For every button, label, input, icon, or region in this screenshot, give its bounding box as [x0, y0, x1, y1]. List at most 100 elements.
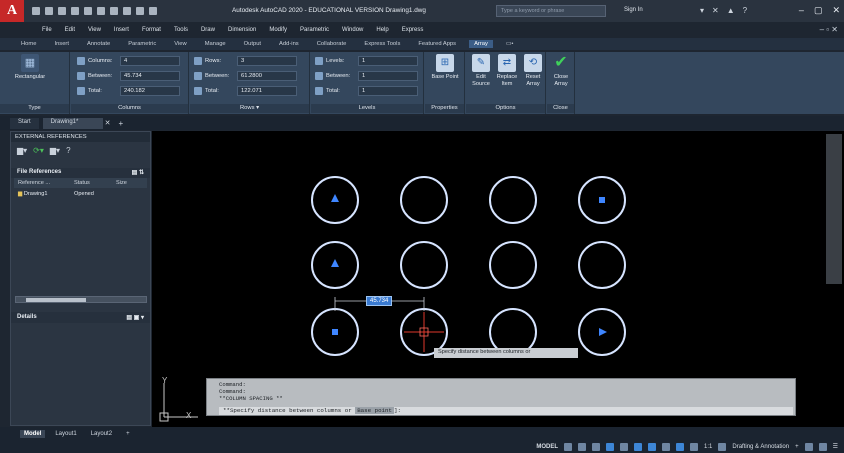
close-array-button[interactable]: ✔ Close Array	[548, 54, 574, 87]
plot-icon[interactable]	[110, 7, 118, 15]
tab-layout2[interactable]: Layout2	[87, 430, 116, 438]
autocad-logo[interactable]: A	[0, 0, 24, 22]
replace-item-button[interactable]: ⇄ Replace Item	[494, 54, 520, 87]
tab-add-ins[interactable]: Add-ins	[274, 40, 304, 48]
snap-icon[interactable]	[578, 442, 587, 451]
workspace-gear-icon[interactable]	[718, 442, 727, 451]
tab-annotate[interactable]: Annotate	[82, 40, 115, 48]
reset-array-button[interactable]: ⟲ Reset Array	[520, 54, 546, 87]
tab-start[interactable]: Start	[10, 117, 39, 129]
tab-insert[interactable]: Insert	[49, 40, 74, 48]
rectangular-button[interactable]: ▦ Rectangular	[10, 54, 50, 81]
columns-total-input[interactable]: 240.182	[120, 86, 180, 96]
drawing-window-controls[interactable]: – ▫ ✕	[820, 25, 838, 34]
menu-format[interactable]: Format	[142, 27, 161, 33]
rows-count-input[interactable]: 3	[237, 56, 297, 66]
row-grip-arrow[interactable]	[331, 194, 339, 202]
workspace-switch[interactable]: Drafting & Annotation	[732, 444, 789, 450]
save-icon[interactable]	[58, 7, 66, 15]
refresh-icon[interactable]: ⟳▾	[33, 146, 44, 155]
isolate-objects-icon[interactable]	[804, 442, 813, 451]
column-size[interactable]: Size	[112, 180, 142, 186]
rows-total-input[interactable]: 122.071	[237, 86, 297, 96]
isodraft-icon[interactable]	[620, 442, 629, 451]
minimize-icon[interactable]: –	[799, 5, 804, 16]
object-snap-icon[interactable]	[648, 442, 657, 451]
tab-view[interactable]: View	[169, 40, 191, 48]
column-reference[interactable]: Reference ...	[14, 180, 70, 186]
tab-layout1[interactable]: Layout1	[51, 430, 80, 438]
column-grip-square[interactable]	[599, 197, 605, 203]
exchange-icon[interactable]: ✕	[712, 6, 719, 15]
base-point-button[interactable]: ⊞ Base Point	[430, 54, 460, 81]
annotation-scale-icon[interactable]	[690, 442, 699, 451]
horizontal-scrollbar[interactable]	[15, 296, 147, 303]
tab-featured-apps[interactable]: Featured Apps	[413, 40, 461, 48]
tab-output[interactable]: Output	[239, 40, 266, 48]
menu-parametric[interactable]: Parametric	[300, 27, 329, 33]
autodesk-a360-icon[interactable]: ▲	[727, 6, 735, 15]
array-circle[interactable]	[400, 241, 448, 289]
object-snap-tracking-icon[interactable]	[634, 442, 643, 451]
ribbon-toggle-icon[interactable]: ▭•	[501, 40, 519, 48]
grid-icon[interactable]	[564, 442, 573, 451]
command-input[interactable]: **Specify distance between columns or Ba…	[219, 407, 793, 415]
menu-view[interactable]: View	[88, 27, 101, 33]
lineweight-icon[interactable]	[662, 442, 671, 451]
close-tab-icon[interactable]: ✕	[105, 119, 111, 127]
ortho-icon[interactable]	[592, 442, 601, 451]
scrollbar-thumb[interactable]	[26, 298, 86, 302]
tab-home[interactable]: Home	[16, 40, 41, 48]
list-view-icon[interactable]: ▤ ⇅	[132, 169, 144, 177]
menu-window[interactable]: Window	[342, 27, 363, 33]
web-save-icon[interactable]	[97, 7, 105, 15]
menu-edit[interactable]: Edit	[65, 27, 75, 33]
polar-icon[interactable]	[606, 442, 615, 451]
save-as-icon[interactable]	[71, 7, 79, 15]
change-path-icon[interactable]: ▆▾	[50, 146, 60, 155]
array-circle[interactable]	[489, 176, 537, 224]
tab-manage[interactable]: Manage	[200, 40, 231, 48]
add-layout-icon[interactable]: +	[122, 430, 134, 438]
new-tab-icon[interactable]: +	[119, 119, 124, 128]
share-icon[interactable]	[149, 7, 157, 15]
cart-icon[interactable]: ▾	[700, 6, 704, 15]
close-icon[interactable]: ✕	[832, 5, 840, 16]
open-icon[interactable]	[45, 7, 53, 15]
undo-icon[interactable]	[123, 7, 131, 15]
plus-icon[interactable]: +	[795, 444, 799, 450]
fullscreen-icon[interactable]	[818, 442, 827, 451]
menu-tools[interactable]: Tools	[174, 27, 188, 33]
levels-count-input[interactable]: 1	[358, 56, 418, 66]
tab-model[interactable]: Model	[20, 429, 46, 438]
menu-insert[interactable]: Insert	[114, 27, 129, 33]
menu-express[interactable]: Express	[402, 27, 424, 33]
details-view-icon[interactable]: ▤ ▣ ▾	[126, 314, 144, 321]
array-circle[interactable]	[400, 176, 448, 224]
annotation-scale-value[interactable]: 1:1	[704, 444, 712, 450]
redo-icon[interactable]	[136, 7, 144, 15]
annotation-visibility-icon[interactable]	[676, 442, 685, 451]
menu-modify[interactable]: Modify	[269, 27, 287, 33]
menu-draw[interactable]: Draw	[201, 27, 215, 33]
tab-express-tools[interactable]: Express Tools	[359, 40, 405, 48]
attach-dwg-icon[interactable]: ▆▾	[17, 146, 27, 155]
help-icon[interactable]: ?	[66, 146, 70, 155]
tab-parametric[interactable]: Parametric	[123, 40, 161, 48]
columns-between-input[interactable]: 45.734	[120, 71, 180, 81]
web-open-icon[interactable]	[84, 7, 92, 15]
column-grip-arrow[interactable]	[599, 328, 607, 336]
rows-between-input[interactable]: 61.2800	[237, 71, 297, 81]
model-space-toggle[interactable]: MODEL	[536, 444, 558, 450]
tab-drawing1[interactable]: Drawing1*	[42, 117, 103, 129]
base-grip-square[interactable]	[332, 329, 338, 335]
vertical-scrollbar[interactable]	[826, 134, 842, 284]
row-grip-arrow[interactable]	[331, 259, 339, 267]
array-circle[interactable]	[489, 241, 537, 289]
levels-total-input[interactable]: 1	[358, 86, 418, 96]
table-row[interactable]: ▆ Drawing1 Opened	[14, 188, 147, 200]
new-icon[interactable]	[32, 7, 40, 15]
maximize-icon[interactable]: ▢	[814, 5, 823, 16]
levels-between-input[interactable]: 1	[358, 71, 418, 81]
columns-count-input[interactable]: 4	[120, 56, 180, 66]
